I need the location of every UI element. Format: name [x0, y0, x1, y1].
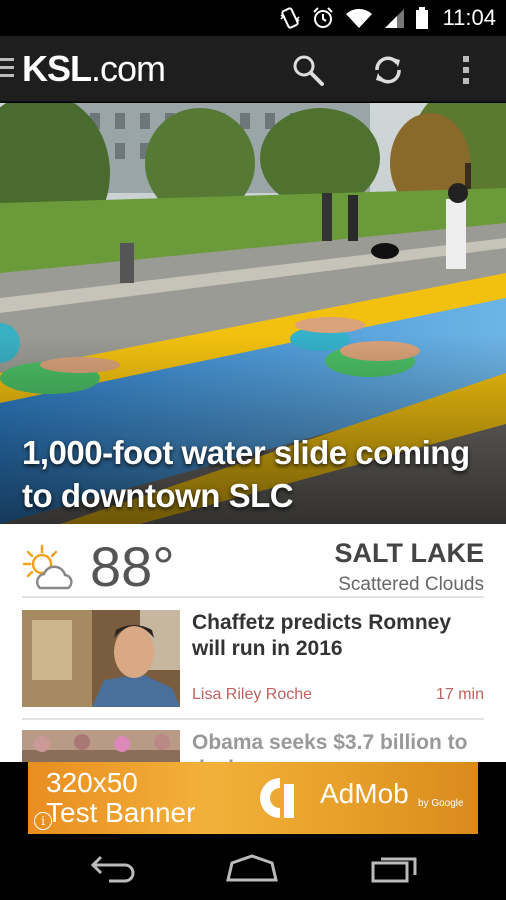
vibrate-icon	[280, 7, 300, 29]
hero-story[interactable]: 1,000-foot water slide coming to downtow…	[0, 103, 506, 524]
partly-sunny-icon	[22, 544, 73, 590]
hero-headline[interactable]: 1,000-foot water slide coming to downtow…	[22, 431, 492, 517]
signal-icon	[384, 9, 404, 28]
ad-text: 320x50 Test Banner	[46, 768, 195, 828]
weather-temperature: 88°	[90, 535, 175, 598]
alarm-icon	[312, 7, 333, 28]
weather-condition: Scattered Clouds	[338, 574, 484, 595]
search-button[interactable]	[288, 50, 328, 90]
story-thumbnail	[22, 610, 180, 707]
status-bar: 11:04	[0, 0, 506, 36]
back-button[interactable]	[82, 848, 142, 888]
story-item[interactable]: Chaffetz predicts Romney will run in 201…	[22, 610, 484, 710]
system-nav-bar	[0, 834, 506, 900]
recent-apps-button[interactable]	[364, 848, 424, 888]
brand-suffix: .com	[91, 48, 166, 89]
drawer-menu-icon[interactable]	[0, 58, 14, 78]
story-thumbnail	[22, 730, 180, 762]
story-age: 17 min	[435, 686, 484, 703]
refresh-icon	[375, 56, 401, 84]
overflow-menu-button[interactable]	[446, 50, 486, 90]
story-author: Lisa Riley Roche	[192, 686, 313, 703]
back-icon	[90, 855, 135, 883]
brand-bold: KSL	[22, 48, 92, 89]
home-button[interactable]	[222, 848, 282, 888]
story-item[interactable]: Obama seeks $3.7 billion to deal	[22, 730, 484, 762]
ad-by-google: by Google	[418, 798, 464, 809]
app-bar: KSL.com	[0, 36, 506, 102]
story-title: Chaffetz predicts Romney will run in 201…	[192, 611, 452, 660]
battery-icon	[415, 7, 428, 29]
ad-banner[interactable]: 320x50 Test Banner i AdMob by Google	[0, 762, 506, 834]
story-title: Obama seeks $3.7 billion to deal	[192, 731, 468, 762]
refresh-button[interactable]	[368, 50, 408, 90]
search-icon	[293, 55, 324, 86]
ad-info-icon[interactable]: i	[34, 812, 52, 830]
recent-apps-icon	[371, 857, 417, 883]
overflow-menu-icon	[463, 56, 469, 84]
ad-brand: AdMob	[320, 778, 409, 809]
clock: 11:04	[442, 5, 496, 30]
ad-creative[interactable]: 320x50 Test Banner i AdMob by Google	[28, 762, 478, 834]
wifi-icon	[345, 8, 372, 28]
weather-city: SALT LAKE	[334, 538, 485, 568]
admob-logo-icon	[260, 778, 294, 818]
ad-text-line2: Test Banner	[46, 797, 196, 828]
weather-widget[interactable]: 88° SALT LAKE Scattered Clouds	[22, 532, 484, 598]
divider	[22, 718, 484, 720]
news-feed: 88° SALT LAKE Scattered Clouds Chaffetz …	[0, 524, 506, 762]
ad-text-line1: 320x50	[46, 767, 138, 798]
home-icon	[226, 854, 278, 882]
ksl-logo[interactable]: KSL.com	[22, 48, 166, 90]
